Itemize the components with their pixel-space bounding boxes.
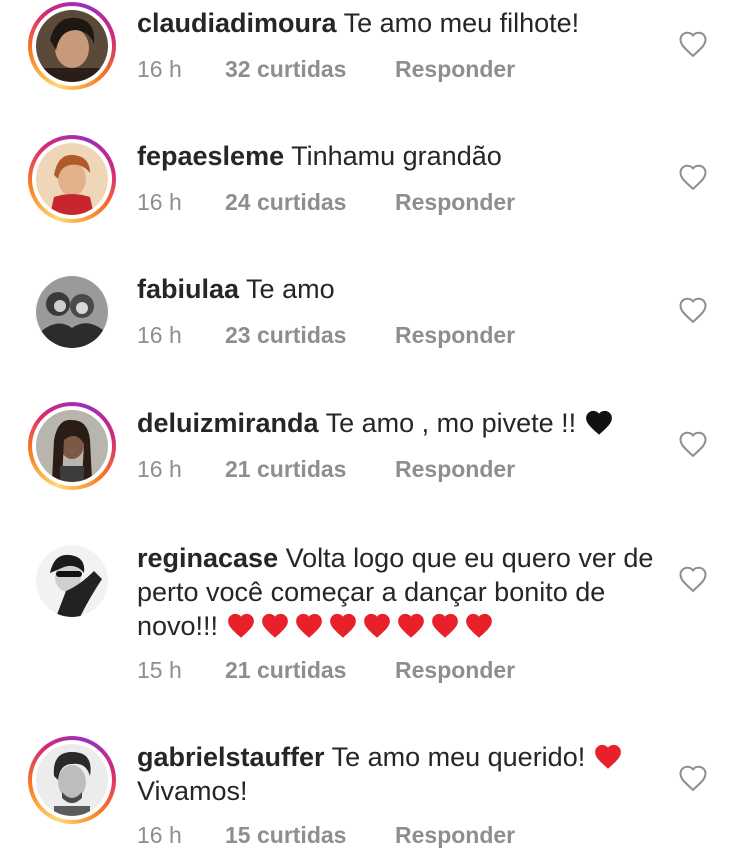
red-heart-icon bbox=[260, 612, 290, 639]
comment-username[interactable]: fepaesleme bbox=[137, 141, 284, 171]
comment-text: gabrielstauffer Te amo meu querido! Viva… bbox=[137, 740, 657, 808]
avatar-frame[interactable] bbox=[28, 268, 116, 356]
comment-meta: 16 h 32 curtidas Responder bbox=[137, 56, 515, 83]
reply-button[interactable]: Responder bbox=[395, 456, 515, 483]
comment-username[interactable]: deluizmiranda bbox=[137, 408, 319, 438]
comment-body: Te amo bbox=[246, 274, 335, 304]
avatar bbox=[36, 545, 108, 617]
comment-body: Te amo , mo pivete !! bbox=[325, 408, 577, 438]
comment-username[interactable]: claudiadimoura bbox=[137, 8, 337, 38]
like-heart-icon[interactable] bbox=[678, 764, 708, 792]
comment-likes[interactable]: 21 curtidas bbox=[225, 657, 395, 684]
comment-time: 15 h bbox=[137, 657, 182, 683]
comment-body: Te amo meu filhote! bbox=[343, 8, 580, 38]
comment-meta: 16 h 15 curtidas Responder bbox=[137, 822, 515, 849]
avatar-story-ring[interactable] bbox=[28, 736, 116, 824]
red-hearts-emoji-row bbox=[226, 611, 498, 641]
like-heart-icon[interactable] bbox=[678, 163, 708, 191]
red-heart-icon bbox=[294, 612, 324, 639]
black-heart-icon bbox=[584, 409, 614, 436]
comment-text: deluizmiranda Te amo , mo pivete !! bbox=[137, 406, 657, 440]
comment-likes[interactable]: 23 curtidas bbox=[225, 322, 395, 349]
comment-meta: 16 h 24 curtidas Responder bbox=[137, 189, 515, 216]
comment-likes[interactable]: 15 curtidas bbox=[225, 822, 395, 849]
red-heart-icon bbox=[396, 612, 426, 639]
comment-text: reginacase Volta logo que eu quero ver d… bbox=[137, 541, 657, 643]
avatar bbox=[36, 276, 108, 348]
reply-button[interactable]: Responder bbox=[395, 822, 515, 849]
avatar-story-ring[interactable] bbox=[28, 402, 116, 490]
comment-username[interactable]: fabiulaa bbox=[137, 274, 239, 304]
reply-button[interactable]: Responder bbox=[395, 56, 515, 83]
like-heart-icon[interactable] bbox=[678, 565, 708, 593]
comment-username[interactable]: gabrielstauffer bbox=[137, 742, 325, 772]
red-heart-icon bbox=[362, 612, 392, 639]
comment-likes[interactable]: 32 curtidas bbox=[225, 56, 395, 83]
comment-time: 16 h bbox=[137, 456, 182, 482]
like-heart-icon[interactable] bbox=[678, 296, 708, 324]
comment-time: 16 h bbox=[137, 189, 182, 215]
comment-list: claudiadimoura Te amo meu filhote! 16 h 3… bbox=[0, 0, 750, 857]
comment-meta: 16 h 23 curtidas Responder bbox=[137, 322, 515, 349]
red-heart-icon bbox=[464, 612, 494, 639]
avatar-story-ring[interactable] bbox=[28, 135, 116, 223]
reply-button[interactable]: Responder bbox=[395, 657, 515, 684]
red-heart-icon bbox=[226, 612, 256, 639]
comment-username[interactable]: reginacase bbox=[137, 543, 278, 573]
comment-likes[interactable]: 24 curtidas bbox=[225, 189, 395, 216]
comment-time: 16 h bbox=[137, 822, 182, 848]
like-heart-icon[interactable] bbox=[678, 430, 708, 458]
avatar bbox=[36, 143, 108, 215]
comment-text: fabiulaa Te amo bbox=[137, 272, 657, 306]
comment-text: claudiadimoura Te amo meu filhote! bbox=[137, 6, 657, 40]
comment-time: 16 h bbox=[137, 56, 182, 82]
reply-button[interactable]: Responder bbox=[395, 189, 515, 216]
comment-body-continued: Vivamos! bbox=[137, 776, 248, 806]
reply-button[interactable]: Responder bbox=[395, 322, 515, 349]
comment-meta: 16 h 21 curtidas Responder bbox=[137, 456, 515, 483]
comment-body: Te amo meu querido! bbox=[331, 742, 586, 772]
red-heart-icon bbox=[328, 612, 358, 639]
comment-time: 16 h bbox=[137, 322, 182, 348]
comment-likes[interactable]: 21 curtidas bbox=[225, 456, 395, 483]
red-heart-icon bbox=[430, 612, 460, 639]
comment-text: fepaesleme Tinhamu grandão bbox=[137, 139, 657, 173]
like-heart-icon[interactable] bbox=[678, 30, 708, 58]
red-heart-icon bbox=[593, 743, 623, 770]
comment-body: Tinhamu grandão bbox=[291, 141, 502, 171]
avatar bbox=[36, 10, 108, 82]
avatar bbox=[36, 744, 108, 816]
avatar bbox=[36, 410, 108, 482]
avatar-story-ring[interactable] bbox=[28, 2, 116, 90]
comment-meta: 15 h 21 curtidas Responder bbox=[137, 657, 515, 684]
avatar-frame[interactable] bbox=[28, 537, 116, 625]
